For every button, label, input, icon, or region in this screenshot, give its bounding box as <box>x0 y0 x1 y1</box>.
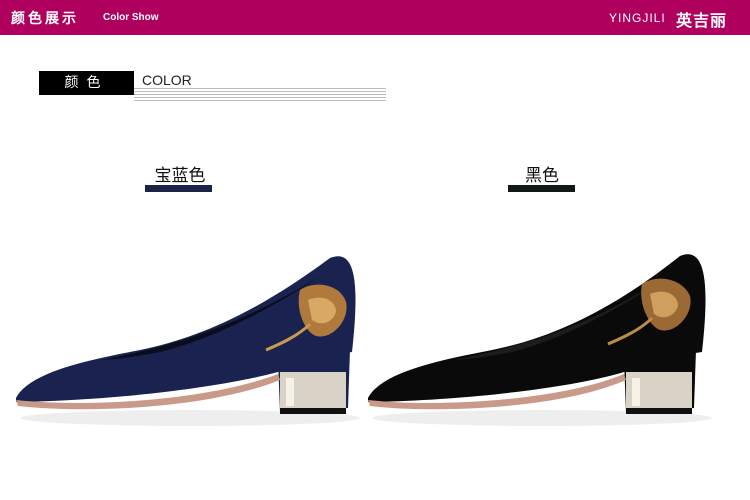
color-label-royal-blue: 宝蓝色 <box>154 166 206 186</box>
header-bar: 颜色展示 Color Show YINGJILI 英吉丽 <box>0 0 750 35</box>
header-title-en: Color Show <box>103 12 159 23</box>
shoe-image-black[interactable] <box>362 240 722 440</box>
shoe-image-royal-blue[interactable] <box>10 240 370 440</box>
brand-name-en: YINGJILI <box>609 11 666 25</box>
color-swatch-royal-blue[interactable] <box>145 185 212 192</box>
header-title-cn: 颜色展示 <box>11 11 79 27</box>
section-divider <box>134 88 386 102</box>
brand-name-cn: 英吉丽 <box>676 11 728 30</box>
section-tag: 颜色 <box>39 71 134 95</box>
color-label-black: 黑色 <box>525 166 559 186</box>
section-title-en: COLOR <box>142 72 192 88</box>
color-swatch-black[interactable] <box>508 185 575 192</box>
